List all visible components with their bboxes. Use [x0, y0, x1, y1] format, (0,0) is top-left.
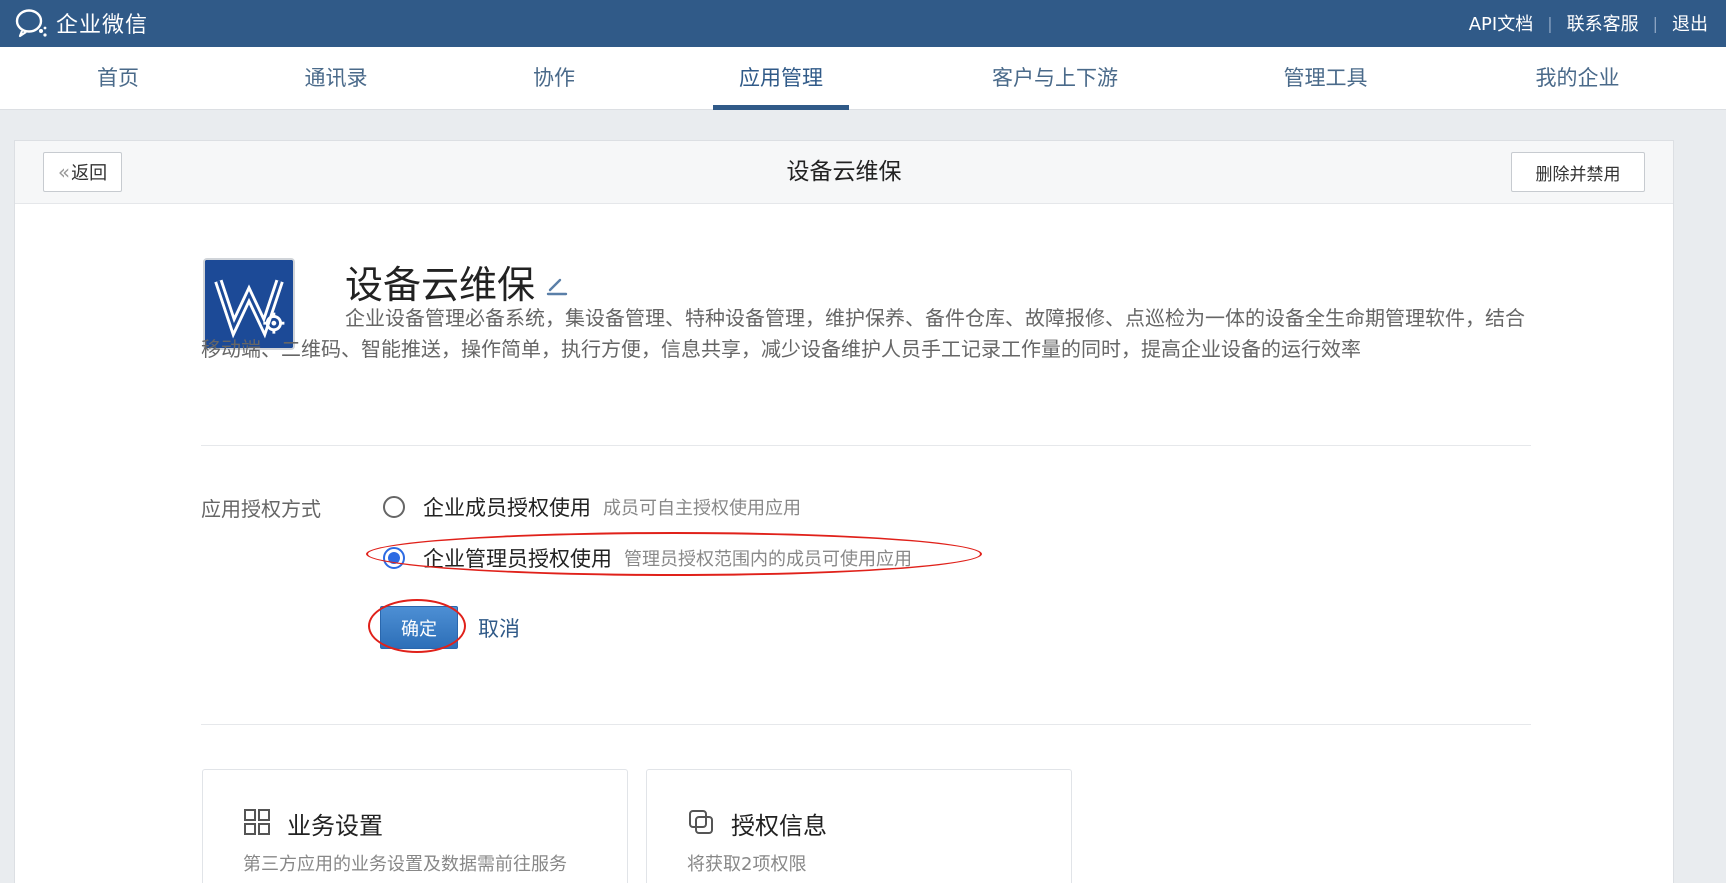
auth-info-title: 授权信息 — [731, 812, 827, 840]
back-label: 返回 — [71, 163, 108, 184]
auth-method-label: 应用授权方式 — [201, 497, 321, 521]
back-button[interactable]: « 返回 — [43, 152, 122, 192]
logo-text: 企业微信 — [56, 13, 149, 38]
double-chevron-left-icon: « — [57, 160, 70, 184]
api-docs-link[interactable]: API文档 — [1469, 10, 1533, 36]
app-name: 设备云维保 — [345, 254, 569, 309]
app-name-text: 设备云维保 — [345, 263, 536, 307]
logout-link[interactable]: 退出 — [1672, 10, 1708, 36]
main-nav: 首页 通讯录 协作 应用管理 客户与上下游 管理工具 我的企业 — [0, 47, 1726, 110]
auth-option-member-title: 企业成员授权使用 — [423, 496, 591, 520]
nav-collaboration[interactable]: 协作 — [510, 47, 598, 110]
business-settings-card[interactable]: 业务设置 第三方应用的业务设置及数据需前往服务 — [202, 769, 628, 883]
auth-option-admin[interactable]: 企业管理员授权使用 管理员授权范围内的成员可使用应用 — [383, 543, 912, 573]
separator: | — [1547, 13, 1553, 33]
nav-app-management[interactable]: 应用管理 — [713, 47, 849, 110]
separator: | — [1652, 13, 1658, 33]
auth-info-desc: 将获取2项权限 — [687, 854, 807, 875]
card-header: « 返回 设备云维保 删除并禁用 — [15, 141, 1673, 204]
delete-disable-button[interactable]: 删除并禁用 — [1511, 152, 1645, 192]
divider — [201, 724, 1531, 725]
page-title: 设备云维保 — [786, 159, 902, 185]
radio-member[interactable] — [383, 496, 405, 518]
auth-option-member-hint: 成员可自主授权使用应用 — [603, 498, 801, 519]
app-detail-card: « 返回 设备云维保 删除并禁用 设备云维保 企业设备管理必备系统，集设备管理、… — [14, 140, 1674, 883]
business-settings-desc: 第三方应用的业务设置及数据需前往服务 — [243, 854, 567, 875]
nav-active-indicator — [713, 105, 849, 110]
nav-management-tools[interactable]: 管理工具 — [1268, 47, 1383, 110]
cancel-link[interactable]: 取消 — [478, 613, 520, 643]
app-description: 企业设备管理必备系统，集设备管理、特种设备管理，维护保养、备件仓库、故障报修、点… — [201, 306, 1525, 361]
auth-option-member[interactable]: 企业成员授权使用 成员可自主授权使用应用 — [383, 492, 801, 522]
auth-option-admin-hint: 管理员授权范围内的成员可使用应用 — [624, 549, 912, 570]
nav-my-enterprise[interactable]: 我的企业 — [1520, 47, 1635, 110]
divider — [201, 445, 1531, 446]
grid-icon — [244, 809, 270, 835]
business-settings-title: 业务设置 — [287, 812, 383, 840]
radio-admin[interactable] — [383, 547, 405, 569]
wecom-logo-icon — [15, 9, 47, 38]
edit-icon[interactable] — [545, 273, 569, 297]
logo[interactable]: 企业微信 — [14, 6, 148, 40]
top-bar: 企业微信 API文档 | 联系客服 | 退出 — [0, 0, 1726, 47]
nav-contacts[interactable]: 通讯录 — [290, 47, 382, 110]
top-links: API文档 | 联系客服 | 退出 — [1469, 10, 1708, 36]
copy-icon — [689, 810, 713, 834]
nav-home[interactable]: 首页 — [78, 47, 158, 110]
nav-customers[interactable]: 客户与上下游 — [980, 47, 1130, 110]
auth-option-admin-title: 企业管理员授权使用 — [423, 547, 612, 571]
contact-support-link[interactable]: 联系客服 — [1567, 10, 1639, 36]
auth-info-card[interactable]: 授权信息 将获取2项权限 — [646, 769, 1072, 883]
confirm-button[interactable]: 确定 — [380, 606, 458, 649]
